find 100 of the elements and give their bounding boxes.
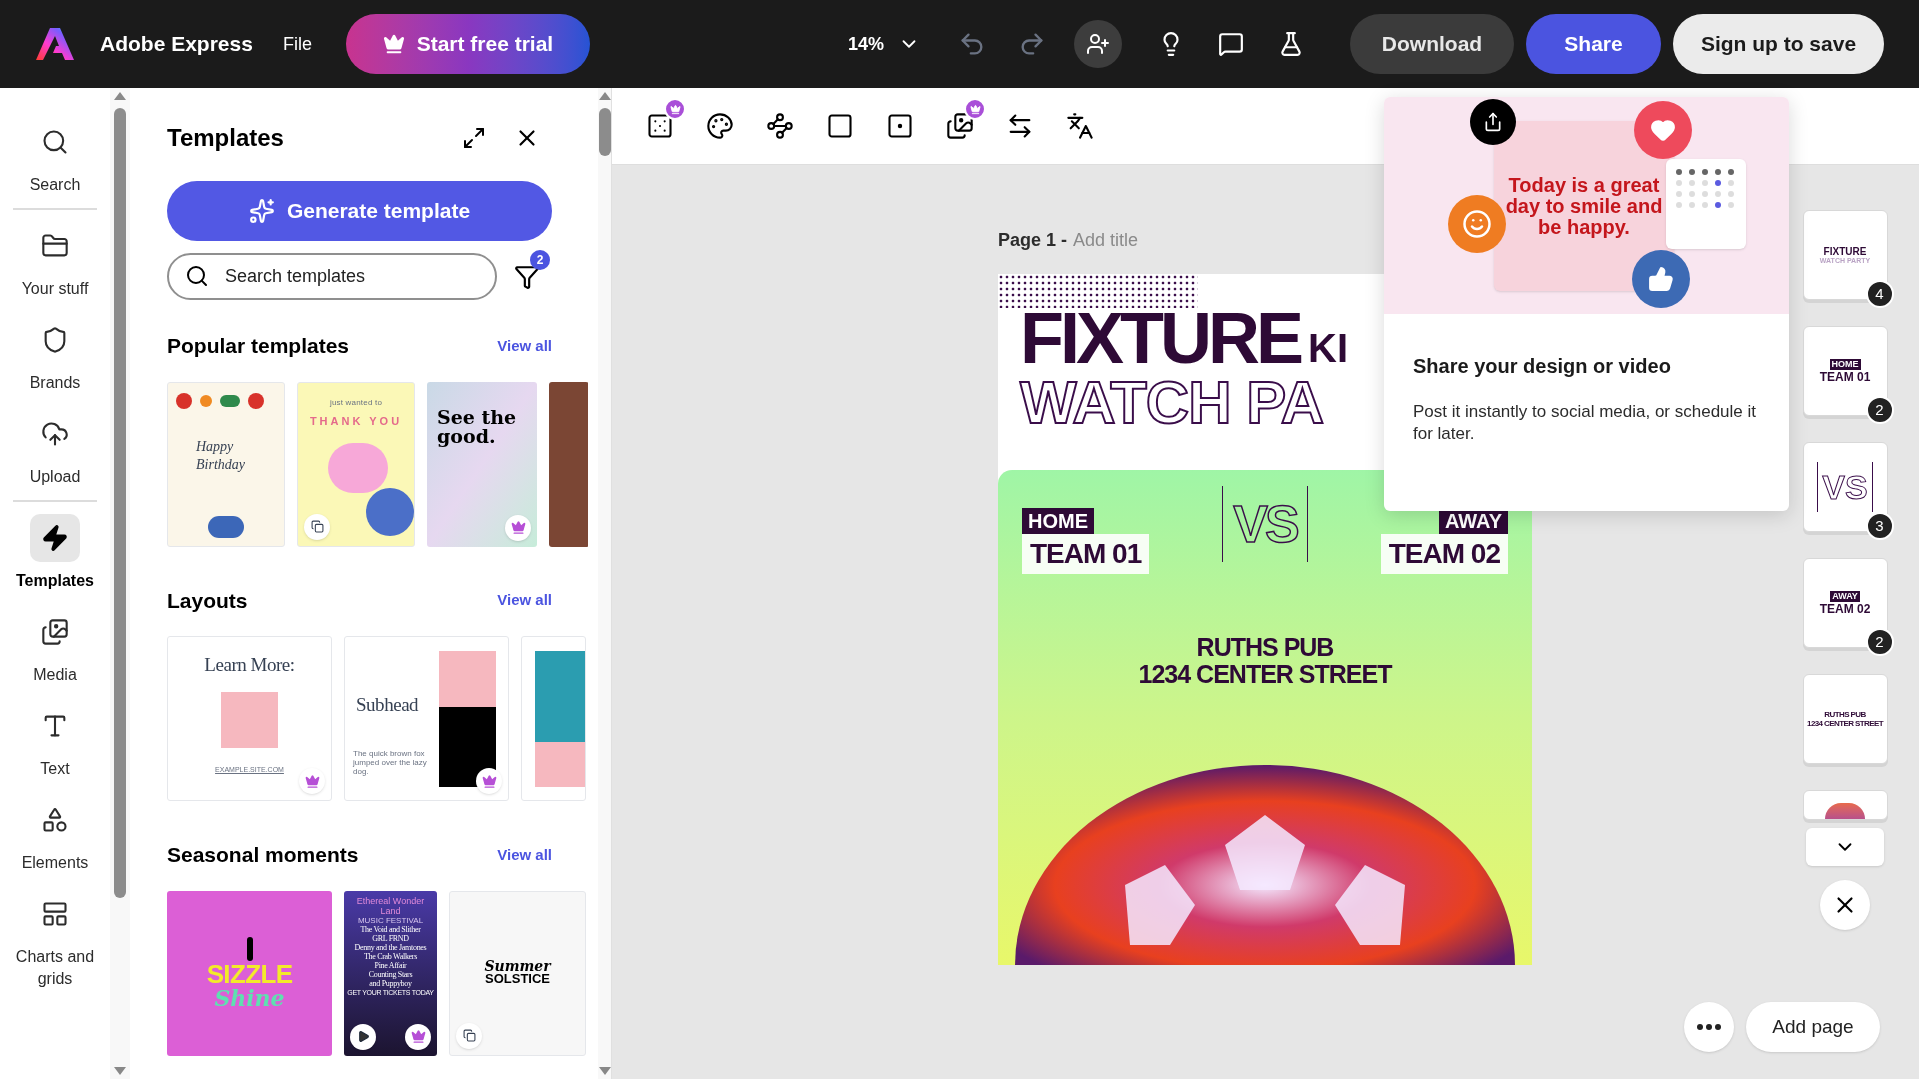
section-title: Seasonal moments	[167, 842, 359, 868]
card-subtitle: Shine	[214, 987, 285, 1009]
images-icon	[41, 618, 69, 646]
page-thumbnail[interactable]	[1802, 790, 1888, 820]
crown-icon	[382, 33, 405, 55]
view-all-link[interactable]: View all	[497, 589, 552, 612]
rail-item[interactable]: Media	[7, 608, 103, 686]
away-team: TEAM 02	[1380, 534, 1508, 574]
design-headline: FIXTURE	[1020, 302, 1300, 374]
card-subtitle: SOLSTICE	[485, 972, 550, 986]
square-icon[interactable]	[826, 112, 854, 140]
download-button[interactable]: Download	[1350, 14, 1514, 74]
thumbnail-text: HOME	[1829, 358, 1861, 370]
rail-item[interactable]: Charts and grids	[7, 890, 103, 990]
sparkle-icon	[248, 198, 275, 224]
shapes-icon	[41, 806, 69, 834]
translate-icon[interactable]	[1066, 112, 1094, 140]
images-icon[interactable]	[946, 112, 974, 140]
rail-item[interactable]: Upload	[7, 410, 103, 488]
close-button[interactable]	[1820, 880, 1870, 930]
rail-item[interactable]: Elements	[7, 796, 103, 874]
card-body-text: The quick brown fox jumped over the lazy dog.	[353, 749, 428, 776]
palette-icon[interactable]	[706, 112, 734, 140]
home-team: TEAM 01	[1022, 534, 1150, 574]
search-icon	[185, 264, 209, 288]
template-card[interactable]	[521, 636, 586, 801]
comment-icon[interactable]	[1217, 31, 1244, 57]
popover-body: Post it instantly to social media, or schedule it for later.	[1413, 401, 1757, 445]
popover-title: Share your design or video	[1413, 354, 1672, 379]
card-title: THANK YOU	[308, 413, 404, 429]
thumbnail-text: RUTHS PUB	[1824, 710, 1866, 719]
card-subtitle: just wanted to	[328, 396, 384, 409]
thumbnail-text: VS	[1817, 462, 1873, 512]
rail-item[interactable]: Brands	[7, 316, 103, 394]
add-user-icon	[1085, 32, 1110, 56]
lineup-text: and Puppyboy	[369, 978, 412, 988]
thumbnail-text: 1234 CENTER STREET	[1807, 719, 1883, 728]
share-icon	[1470, 99, 1516, 145]
section-title: Layouts	[167, 587, 248, 614]
card-title: See the good.	[437, 407, 517, 446]
search-field[interactable]: Search templates	[167, 253, 497, 300]
share-button[interactable]: Share	[1526, 14, 1661, 74]
logo-icon	[36, 26, 74, 62]
rail-item[interactable]: Your stuff	[7, 222, 103, 300]
template-card[interactable]: Summer SOLSTICE	[449, 890, 586, 1056]
card-title: Subhead	[356, 693, 419, 717]
more-options-button[interactable]	[1684, 1002, 1734, 1052]
view-all-link[interactable]: View all	[497, 334, 552, 357]
section-title: Popular templates	[167, 333, 350, 359]
template-card[interactable]: Subhead The quick brown fox jumped over the lazy dog.	[344, 636, 509, 801]
file-menu[interactable]: File	[282, 30, 312, 58]
app-name: Adobe Express	[100, 31, 253, 58]
search-icon	[41, 128, 69, 156]
generate-template-button[interactable]: Generate template	[167, 181, 552, 241]
template-card[interactable]: See the good.	[427, 381, 537, 547]
thumbnail-text: AWAY	[1830, 590, 1860, 602]
sign-up-button[interactable]: Sign up to save	[1673, 14, 1884, 74]
card-title: Learn More:	[203, 653, 296, 677]
thumbnail-text: TEAM 02	[1819, 601, 1871, 616]
design-headline-tail: KI	[1308, 325, 1348, 372]
start-free-trial-button[interactable]: Start free trial	[345, 14, 590, 74]
thumbnail-text: TEAM 01	[1819, 369, 1871, 384]
page-thumbnail[interactable]: RUTHS PUB 1234 CENTER STREET	[1802, 674, 1888, 764]
illustration-quote: Today is a great day to smile and be happy.	[1504, 174, 1664, 238]
design-subheadline: WATCH PA	[1020, 372, 1324, 434]
filter-icon[interactable]	[514, 263, 540, 290]
dice-icon[interactable]	[646, 112, 674, 140]
template-card[interactable]: Happy Birthday	[167, 381, 285, 547]
rail-item[interactable]: Search	[7, 118, 103, 196]
card-subtitle: MUSIC FESTIVAL	[357, 915, 424, 925]
cloud-upload-icon	[41, 420, 69, 448]
panel-title: Templates	[167, 123, 284, 153]
card-text: Happy Birthday	[196, 437, 246, 474]
scrollbar[interactable]	[598, 88, 612, 1079]
lightning-icon	[41, 524, 69, 552]
scrollbar[interactable]	[110, 88, 130, 1079]
lineup-text: Denny and the Jamtones	[354, 942, 427, 952]
page-label: Page 1 -	[998, 229, 1068, 252]
rail-item[interactable]: Templates	[7, 514, 103, 592]
address-text: 1234 CENTER STREET	[1138, 660, 1392, 688]
versus-text: VS	[1233, 494, 1297, 555]
lineup-text: Pine Affair	[374, 960, 407, 970]
card-title: Summer	[484, 960, 551, 972]
template-card[interactable]: just wanted to THANK YOU	[297, 381, 415, 547]
card-title: Ethereal Wonder Land	[355, 895, 426, 916]
view-all-link[interactable]: View all	[497, 843, 552, 866]
lineup-text: The Void and Slither	[360, 924, 421, 934]
smile-icon	[1448, 195, 1506, 253]
thumbnail-text: FIXTURE	[1823, 245, 1867, 257]
venue-text: RUTHS PUB	[1196, 634, 1334, 660]
zoom-dropdown[interactable]: 14%	[847, 30, 920, 58]
filter-count-badge: 2	[530, 249, 550, 270]
add-page-button[interactable]: Add page	[1746, 1002, 1880, 1052]
photo-placeholder	[439, 651, 496, 707]
rail-item[interactable]: Text	[7, 702, 103, 780]
expand-icon[interactable]	[462, 126, 486, 150]
nodes-icon[interactable]	[766, 112, 794, 140]
more-icon	[1697, 1024, 1721, 1030]
invite-button[interactable]	[1073, 20, 1122, 68]
thumbs-up-icon	[1632, 250, 1690, 308]
